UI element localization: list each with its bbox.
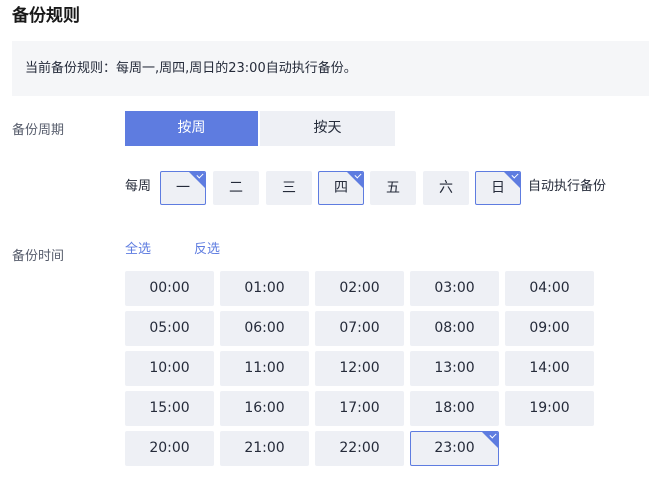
time-slot-label: 18:00 — [434, 400, 475, 416]
time-slot[interactable]: 18:00 — [410, 391, 499, 426]
week-prefix-text: 每周 — [125, 179, 152, 194]
time-slot-label: 01:00 — [244, 280, 285, 296]
time-slot[interactable]: 20:00 — [125, 431, 214, 466]
day-chip-label: 日 — [491, 180, 505, 196]
time-slot-label: 17:00 — [339, 400, 380, 416]
time-slot[interactable]: 09:00 — [505, 311, 594, 346]
time-slot-label: 05:00 — [149, 320, 190, 336]
time-slot-label: 10:00 — [149, 360, 190, 376]
page-title: 备份规则 — [12, 6, 80, 26]
day-chip-label: 一 — [176, 180, 190, 196]
time-slot[interactable]: 14:00 — [505, 351, 594, 386]
time-slot-label: 15:00 — [149, 400, 190, 416]
day-chip-label: 二 — [229, 180, 243, 196]
time-slot-grid: 00:00 01:00 02:00 03:00 04:00 05:00 06:0… — [125, 271, 594, 466]
time-slot-label: 11:00 — [244, 360, 285, 376]
time-slot[interactable]: 21:00 — [220, 431, 309, 466]
time-slot-label: 07:00 — [339, 320, 380, 336]
time-slot[interactable]: 22:00 — [315, 431, 404, 466]
time-slot[interactable]: 19:00 — [505, 391, 594, 426]
check-icon — [482, 432, 498, 448]
time-slot-label: 02:00 — [339, 280, 380, 296]
day-chip-label: 四 — [334, 180, 348, 196]
time-slot[interactable]: 10:00 — [125, 351, 214, 386]
time-slot-label: 21:00 — [244, 440, 285, 456]
time-slot-label: 09:00 — [529, 320, 570, 336]
backup-cycle-label: 备份周期 — [12, 123, 65, 138]
time-slot-label: 23:00 — [434, 440, 475, 456]
time-slot-label: 12:00 — [339, 360, 380, 376]
time-slot[interactable]: 05:00 — [125, 311, 214, 346]
backup-time-label: 备份时间 — [12, 249, 65, 264]
day-chip-wed[interactable]: 三 — [266, 171, 312, 205]
time-slot[interactable]: 12:00 — [315, 351, 404, 386]
time-slot-label: 14:00 — [529, 360, 570, 376]
time-slot-label: 22:00 — [339, 440, 380, 456]
time-slot[interactable]: 03:00 — [410, 271, 499, 306]
time-slot[interactable]: 08:00 — [410, 311, 499, 346]
day-chip-label: 六 — [439, 180, 453, 196]
time-slot[interactable]: 16:00 — [220, 391, 309, 426]
time-slot-label: 13:00 — [434, 360, 475, 376]
day-chip-fri[interactable]: 五 — [370, 171, 416, 205]
backup-rule-panel: 备份规则 当前备份规则：每周一,周四,周日的23:00自动执行备份。 备份周期 … — [0, 0, 649, 483]
day-chip-mon[interactable]: 一 — [160, 171, 206, 205]
time-slot[interactable]: 07:00 — [315, 311, 404, 346]
time-slot[interactable]: 13:00 — [410, 351, 499, 386]
time-slot-label: 00:00 — [149, 280, 190, 296]
time-slot[interactable]: 11:00 — [220, 351, 309, 386]
time-slot[interactable]: 04:00 — [505, 271, 594, 306]
time-slot[interactable]: 15:00 — [125, 391, 214, 426]
check-icon — [504, 172, 520, 188]
check-icon — [189, 172, 205, 188]
day-chip-thu[interactable]: 四 — [318, 171, 364, 205]
time-slot[interactable]: 00:00 — [125, 271, 214, 306]
day-chip-tue[interactable]: 二 — [213, 171, 259, 205]
time-slot[interactable]: 17:00 — [315, 391, 404, 426]
week-suffix-text: 自动执行备份 — [528, 179, 607, 194]
day-chip-label: 五 — [386, 180, 400, 196]
time-slot[interactable]: 06:00 — [220, 311, 309, 346]
day-chip-sun[interactable]: 日 — [475, 171, 521, 205]
check-icon — [347, 172, 363, 188]
day-chip-label: 三 — [282, 180, 296, 196]
mode-weekly-button[interactable]: 按周 — [125, 111, 258, 146]
day-chip-sat[interactable]: 六 — [423, 171, 469, 205]
time-slot-label: 06:00 — [244, 320, 285, 336]
time-slot[interactable]: 01:00 — [220, 271, 309, 306]
select-all-link[interactable]: 全选 — [125, 238, 151, 257]
invert-selection-link[interactable]: 反选 — [194, 238, 220, 257]
time-slot-label: 20:00 — [149, 440, 190, 456]
current-rule-banner: 当前备份规则：每周一,周四,周日的23:00自动执行备份。 — [12, 41, 649, 96]
time-slot-label: 04:00 — [529, 280, 570, 296]
time-slot-label: 16:00 — [244, 400, 285, 416]
time-slot-selected[interactable]: 23:00 — [410, 431, 499, 466]
time-slot-label: 19:00 — [529, 400, 570, 416]
mode-daily-button[interactable]: 按天 — [260, 111, 395, 146]
time-slot-label: 08:00 — [434, 320, 475, 336]
time-slot-label: 03:00 — [434, 280, 475, 296]
time-slot[interactable]: 02:00 — [315, 271, 404, 306]
